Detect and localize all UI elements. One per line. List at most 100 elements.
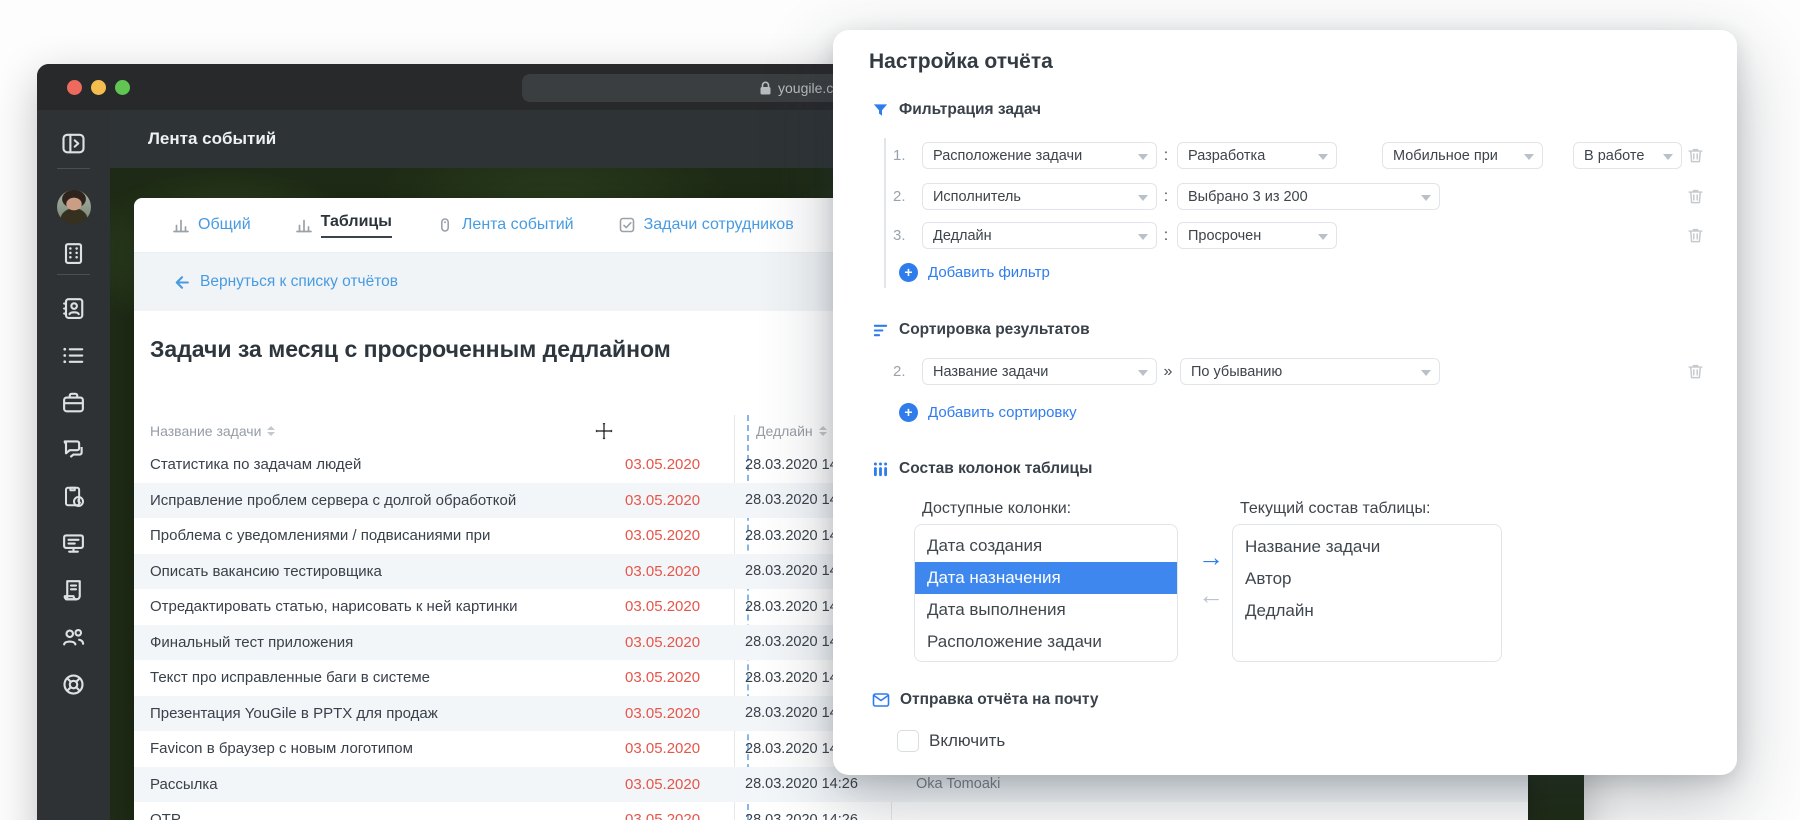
- columns-section-heading: Состав колонок таблицы: [872, 457, 1092, 481]
- filter-field-dropdown[interactable]: Исполнитель: [922, 183, 1157, 210]
- tab-label: Общий: [198, 216, 251, 233]
- sorting-section-heading: Сортировка результатов: [872, 318, 1090, 342]
- separator: :: [1163, 188, 1169, 205]
- envelope-icon: [872, 691, 890, 709]
- table-row[interactable]: ОТР 03.05.2020 28.03.2020 14:26: [134, 802, 1528, 820]
- monitor-icon[interactable]: [61, 531, 86, 556]
- tab-label: Задачи сотрудников: [643, 216, 794, 233]
- list-item[interactable]: Дата создания: [915, 530, 1177, 562]
- fullscreen-button[interactable]: [115, 80, 130, 95]
- filter-row-number: 3.: [893, 227, 906, 244]
- company-icon[interactable]: [61, 241, 86, 266]
- feed-icon: [436, 216, 454, 234]
- filter-row-number: 2.: [893, 188, 906, 205]
- filter-value-dropdown[interactable]: Мобильное при: [1382, 142, 1543, 169]
- bar-chart-icon: [172, 216, 190, 234]
- filter-row-number: 1.: [893, 147, 906, 164]
- list-item[interactable]: Дата выполнения: [915, 594, 1177, 626]
- delete-filter-icon[interactable]: [1686, 146, 1706, 166]
- move-cursor-icon: [594, 421, 614, 446]
- back-arrow-icon: [172, 273, 191, 292]
- minimize-button[interactable]: [91, 80, 106, 95]
- plus-icon: +: [899, 402, 918, 422]
- filter-value-dropdown[interactable]: Просрочен: [1177, 222, 1337, 249]
- avatar[interactable]: [57, 190, 91, 224]
- task-list-icon[interactable]: [61, 343, 86, 368]
- address-host: yougile.co: [759, 74, 841, 102]
- screenshot: yougile.co Лента событий Общий Таблицы Л…: [0, 0, 1800, 820]
- contacts-icon[interactable]: [61, 296, 86, 321]
- column-header-deadline[interactable]: Дедлайн: [756, 415, 827, 447]
- team-icon[interactable]: [61, 625, 86, 650]
- app-sidebar: [37, 110, 110, 820]
- chevron-down-icon: [1138, 234, 1148, 240]
- sort-arrows-icon: [818, 426, 827, 436]
- columns-icon: [872, 461, 889, 478]
- move-right-arrow[interactable]: →: [1198, 542, 1224, 573]
- current-columns-listbox: Название задачи Автор Дедлайн: [1232, 524, 1502, 662]
- close-button[interactable]: [67, 80, 82, 95]
- bar-chart-icon: [295, 216, 313, 234]
- panel-title: Настройка отчёта: [869, 50, 1053, 73]
- chevron-down-icon: [1524, 154, 1534, 160]
- list-item-selected[interactable]: Дата назначения: [915, 562, 1177, 594]
- chevron-down-icon: [1421, 370, 1431, 376]
- delete-sort-icon[interactable]: [1686, 362, 1706, 382]
- tab-tablitsy[interactable]: Таблицы: [295, 213, 392, 238]
- filter-field-dropdown[interactable]: Дедлайн: [922, 222, 1157, 249]
- sidebar-divider: [57, 274, 90, 275]
- list-item[interactable]: Автор: [1233, 565, 1501, 593]
- back-to-reports-link[interactable]: Вернуться к списку отчётов: [172, 253, 398, 311]
- sort-arrows-icon: [267, 426, 276, 436]
- list-item[interactable]: Расположение задачи: [915, 626, 1177, 658]
- chevron-down-icon: [1421, 195, 1431, 201]
- plus-icon: +: [899, 262, 918, 282]
- support-icon[interactable]: [61, 672, 86, 697]
- tab-label: Таблицы: [320, 213, 392, 238]
- lock-icon: [759, 81, 772, 96]
- email-section-heading: Отправка отчёта на почту: [872, 688, 1098, 712]
- add-sorting-button[interactable]: + Добавить сортировку: [899, 400, 1077, 424]
- separator: »: [1163, 363, 1173, 380]
- sidebar-divider: [57, 168, 90, 169]
- filter-value-dropdown[interactable]: Разработка: [1177, 142, 1337, 169]
- delete-filter-icon[interactable]: [1686, 226, 1706, 246]
- add-filter-button[interactable]: + Добавить фильтр: [899, 260, 1050, 284]
- chevron-down-icon: [1138, 154, 1148, 160]
- sort-direction-dropdown[interactable]: По убыванию: [1180, 358, 1440, 385]
- report-clock-icon[interactable]: [61, 484, 86, 509]
- chevron-down-icon: [1138, 370, 1148, 376]
- move-left-arrow[interactable]: ←: [1198, 580, 1224, 611]
- sidebar-toggle-icon[interactable]: [61, 131, 86, 156]
- chat-icon[interactable]: [61, 437, 86, 462]
- sort-field-dropdown[interactable]: Название задачи: [922, 358, 1157, 385]
- filter-value-dropdown[interactable]: В работе: [1573, 142, 1682, 169]
- available-columns-label: Доступные колонки:: [922, 500, 1072, 517]
- tab-zadachi-sotrudnikov[interactable]: Задачи сотрудников: [618, 216, 794, 234]
- document-scroll-icon[interactable]: [61, 578, 86, 603]
- list-item[interactable]: Название задачи: [1233, 533, 1501, 561]
- tab-lenta-sobytiy[interactable]: Лента событий: [436, 216, 574, 234]
- separator: :: [1163, 147, 1169, 164]
- list-item[interactable]: Дедлайн: [1233, 597, 1501, 625]
- chevron-down-icon: [1663, 154, 1673, 160]
- column-header-name[interactable]: Название задачи: [150, 415, 276, 447]
- chevron-down-icon: [1318, 234, 1328, 240]
- page-title: Лента событий: [148, 129, 277, 148]
- filter-field-dropdown[interactable]: Расположение задачи: [922, 142, 1157, 169]
- chevron-down-icon: [1138, 195, 1148, 201]
- briefcase-icon[interactable]: [61, 390, 86, 415]
- tab-label: Лента событий: [461, 216, 574, 233]
- report-title: Задачи за месяц с просроченным дедлайном: [150, 336, 671, 362]
- available-columns-listbox: Дата создания Дата назначения Дата выпол…: [914, 524, 1178, 662]
- filter-guide-line: [884, 138, 886, 288]
- delete-filter-icon[interactable]: [1686, 187, 1706, 207]
- task-check-icon: [618, 216, 636, 234]
- tab-obshchiy[interactable]: Общий: [172, 216, 251, 234]
- enable-email-checkbox[interactable]: [897, 730, 919, 752]
- separator: :: [1163, 227, 1169, 244]
- chevron-down-icon: [1318, 154, 1328, 160]
- filter-value-dropdown[interactable]: Выбрано 3 из 200: [1177, 183, 1440, 210]
- filter-section-heading: Фильтрация задач: [872, 98, 1041, 122]
- sort-icon: [872, 322, 889, 339]
